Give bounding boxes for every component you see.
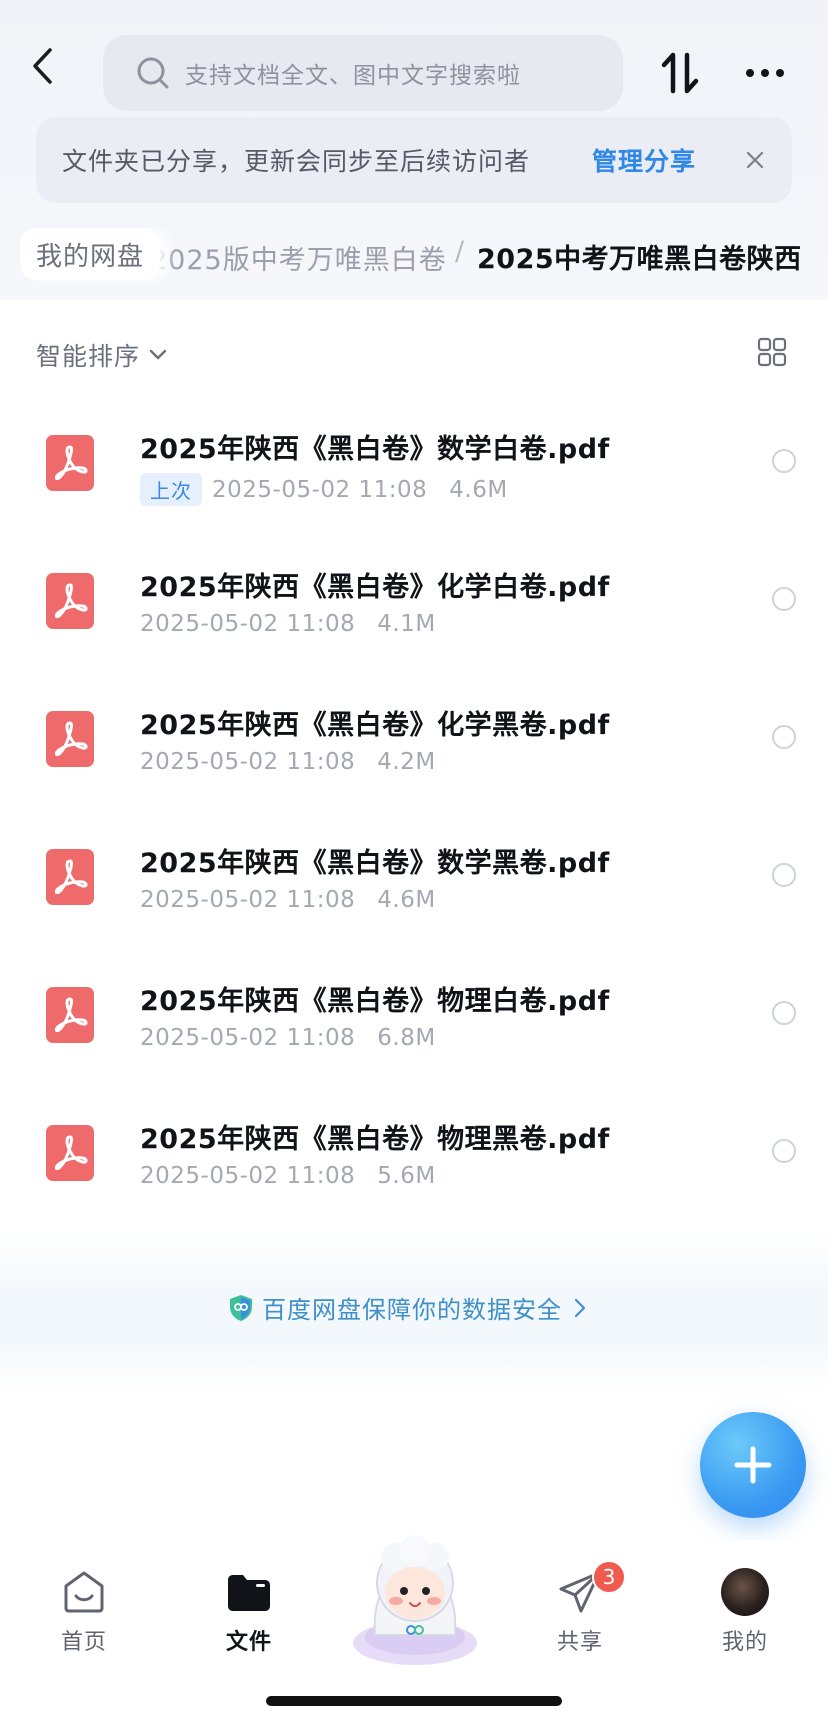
file-list-panel: 智能排序 2025年陕西《黑白卷》数学白卷.pdf 上次 2025-05-02 … — [0, 305, 828, 1724]
last-opened-badge: 上次 — [140, 473, 202, 506]
file-name: 2025年陕西《黑白卷》物理白卷.pdf — [140, 986, 610, 1017]
select-radio[interactable] — [772, 725, 796, 749]
file-meta: 2025-05-02 11:08 5.6M — [140, 1163, 436, 1189]
search-placeholder: 支持文档全文、图中文字搜索啦 — [185, 63, 521, 89]
search-icon — [135, 55, 171, 91]
chevron-left-icon — [33, 48, 52, 84]
file-row[interactable]: 2025年陕西《黑白卷》化学白卷.pdf 2025-05-02 11:08 4.… — [0, 541, 828, 679]
pdf-file-icon — [46, 573, 94, 629]
file-date: 2025-05-02 11:08 — [140, 887, 356, 913]
home-icon — [60, 1568, 108, 1616]
search-input[interactable]: 支持文档全文、图中文字搜索啦 — [103, 35, 623, 111]
file-meta: 上次 2025-05-02 11:08 4.6M — [140, 473, 508, 506]
file-meta: 2025-05-02 11:08 4.6M — [140, 887, 436, 913]
more-dots-icon — [746, 69, 784, 77]
share-notice-text: 文件夹已分享，更新会同步至后续访问者 — [62, 147, 531, 176]
pdf-file-icon — [46, 849, 94, 905]
file-row[interactable]: 2025年陕西《黑白卷》数学白卷.pdf 上次 2025-05-02 11:08… — [0, 403, 828, 541]
file-size: 4.1M — [377, 611, 436, 637]
file-meta: 2025-05-02 11:08 4.2M — [140, 749, 436, 775]
select-radio[interactable] — [772, 1001, 796, 1025]
share-count-badge: 3 — [592, 1560, 626, 1594]
file-date: 2025-05-02 11:08 — [140, 1163, 356, 1189]
breadcrumb-current-folder: 2025中考万唯黑白卷陕西 — [477, 244, 802, 275]
back-button[interactable] — [22, 44, 62, 88]
file-name: 2025年陕西《黑白卷》化学白卷.pdf — [140, 572, 610, 603]
avatar — [721, 1568, 769, 1616]
file-row[interactable]: 2025年陕西《黑白卷》物理白卷.pdf 2025-05-02 11:08 6.… — [0, 955, 828, 1093]
folder-icon — [225, 1568, 273, 1616]
select-radio[interactable] — [772, 587, 796, 611]
file-row[interactable]: 2025年陕西《黑白卷》化学黑卷.pdf 2025-05-02 11:08 4.… — [0, 679, 828, 817]
pdf-file-icon — [46, 711, 94, 767]
file-row[interactable]: 2025年陕西《黑白卷》物理黑卷.pdf 2025-05-02 11:08 5.… — [0, 1093, 828, 1231]
ai-assistant-mascot-button[interactable] — [340, 1525, 490, 1675]
file-name: 2025年陕西《黑白卷》物理黑卷.pdf — [140, 1124, 610, 1155]
breadcrumb: 2025版中考万唯黑白卷 我的网盘 / 2025中考万唯黑白卷陕西 — [0, 228, 828, 284]
file-date: 2025-05-02 11:08 — [140, 611, 356, 637]
tab-mine[interactable]: 我的 — [695, 1568, 795, 1678]
file-meta: 2025-05-02 11:08 6.8M — [140, 1025, 436, 1051]
manage-share-link[interactable]: 管理分享 — [592, 142, 696, 178]
select-radio[interactable] — [772, 863, 796, 887]
sort-label: 智能排序 — [36, 342, 141, 371]
pdf-file-icon — [46, 987, 94, 1043]
file-name: 2025年陕西《黑白卷》化学黑卷.pdf — [140, 710, 610, 741]
file-list: 2025年陕西《黑白卷》数学白卷.pdf 上次 2025-05-02 11:08… — [0, 403, 828, 1231]
breadcrumb-parent-folder[interactable]: 2025版中考万唯黑白卷 — [150, 238, 447, 277]
chevron-down-icon — [148, 348, 168, 362]
file-size: 5.6M — [377, 1163, 436, 1189]
file-size: 6.8M — [377, 1025, 436, 1051]
grid-view-button[interactable] — [756, 335, 788, 369]
shield-icon — [230, 1294, 252, 1321]
file-size: 4.6M — [377, 887, 436, 913]
safety-text: 百度网盘保障你的数据安全 — [262, 1296, 562, 1324]
sort-toggle-button[interactable] — [656, 48, 704, 98]
file-size: 4.2M — [377, 749, 436, 775]
select-radio[interactable] — [772, 449, 796, 473]
more-options-button[interactable] — [740, 48, 790, 98]
file-size: 4.6M — [449, 476, 508, 503]
tab-files-label: 文件 — [225, 1630, 272, 1655]
data-safety-link[interactable]: 百度网盘保障你的数据安全 — [228, 1290, 586, 1325]
close-banner-button[interactable] — [740, 145, 770, 175]
tab-files[interactable]: 文件 — [199, 1568, 299, 1678]
file-name: 2025年陕西《黑白卷》数学白卷.pdf — [140, 434, 610, 465]
chevron-right-icon — [574, 1298, 586, 1318]
file-date: 2025-05-02 11:08 — [212, 476, 428, 503]
home-indicator — [266, 1696, 562, 1706]
file-row[interactable]: 2025年陕西《黑白卷》数学黑卷.pdf 2025-05-02 11:08 4.… — [0, 817, 828, 955]
top-bar: 支持文档全文、图中文字搜索啦 — [0, 0, 828, 120]
pdf-file-icon — [46, 1125, 94, 1181]
file-date: 2025-05-02 11:08 — [140, 749, 356, 775]
file-meta: 2025-05-02 11:08 4.1M — [140, 611, 436, 637]
sort-arrows-icon — [661, 52, 699, 94]
file-date: 2025-05-02 11:08 — [140, 1025, 356, 1051]
breadcrumb-root[interactable]: 我的网盘 — [20, 228, 161, 280]
pdf-file-icon — [46, 435, 94, 491]
grid-icon — [757, 337, 787, 367]
file-name: 2025年陕西《黑白卷》数学黑卷.pdf — [140, 848, 610, 879]
close-icon — [746, 151, 764, 169]
tab-share-label: 共享 — [556, 1630, 603, 1655]
sort-dropdown[interactable]: 智能排序 — [36, 335, 168, 375]
share-notice-banner: 文件夹已分享，更新会同步至后续访问者 管理分享 — [36, 117, 792, 203]
plus-icon — [734, 1446, 772, 1484]
tab-home-label: 首页 — [60, 1630, 107, 1655]
tab-share[interactable]: 3 共享 — [530, 1560, 630, 1678]
tab-home[interactable]: 首页 — [34, 1568, 134, 1678]
add-button[interactable] — [700, 1412, 806, 1518]
tab-mine-label: 我的 — [721, 1630, 768, 1655]
breadcrumb-separator: / — [455, 236, 465, 267]
select-radio[interactable] — [772, 1139, 796, 1163]
